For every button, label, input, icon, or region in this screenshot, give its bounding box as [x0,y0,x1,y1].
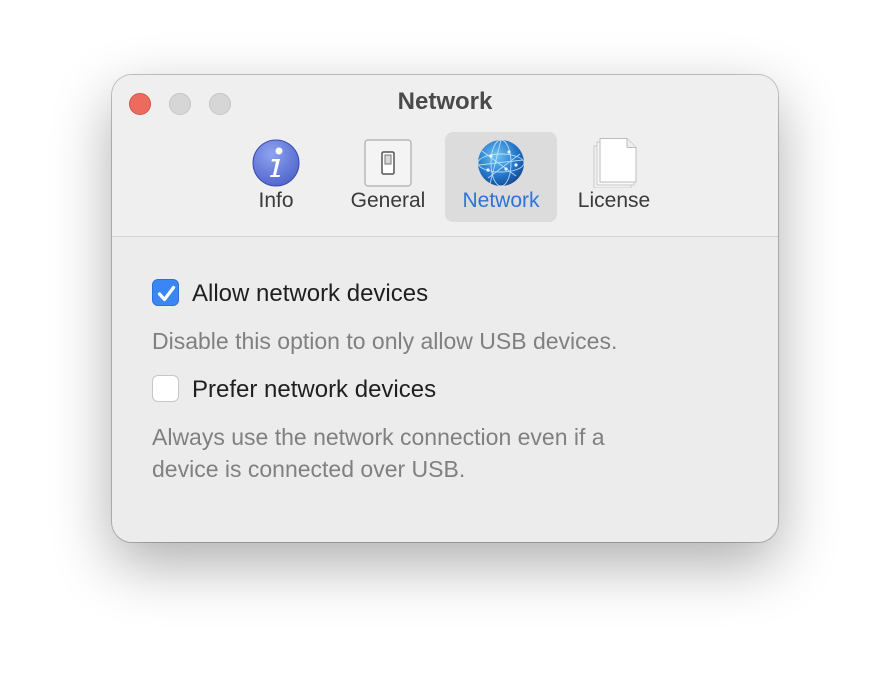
globe-icon [477,139,525,187]
allow-network-devices-description: Disable this option to only allow USB de… [152,328,618,354]
prefer-network-devices-description: Always use the network connection even i… [152,424,605,482]
switch-icon [364,139,412,187]
prefer-network-devices-label: Prefer network devices [192,376,437,403]
document-icon [593,138,637,188]
allow-network-devices-label: Allow network devices [192,280,429,307]
prefer-network-devices-checkbox[interactable] [152,375,179,402]
checkmark-icon [157,285,176,302]
prefer-network-devices-row[interactable]: Prefer network devices [152,375,512,403]
tab-license-label: License [577,189,651,212]
tab-general[interactable]: General [340,132,436,222]
info-icon [252,139,300,187]
preferences-window: Network Info General Network License All… [112,75,778,542]
tab-info[interactable]: Info [228,132,324,222]
tab-network-label: Network [462,189,540,212]
tab-general-label: General [350,189,426,212]
tab-network[interactable]: Network [445,132,557,222]
allow-network-devices-option[interactable]: Allow network devices [152,279,512,307]
allow-network-devices-checkbox[interactable] [152,279,179,306]
window-toolbar: Network Info General Network License [112,75,778,237]
window-title: Network [397,88,493,115]
tab-info-label: Info [258,189,294,212]
tab-license[interactable]: License [566,132,662,222]
